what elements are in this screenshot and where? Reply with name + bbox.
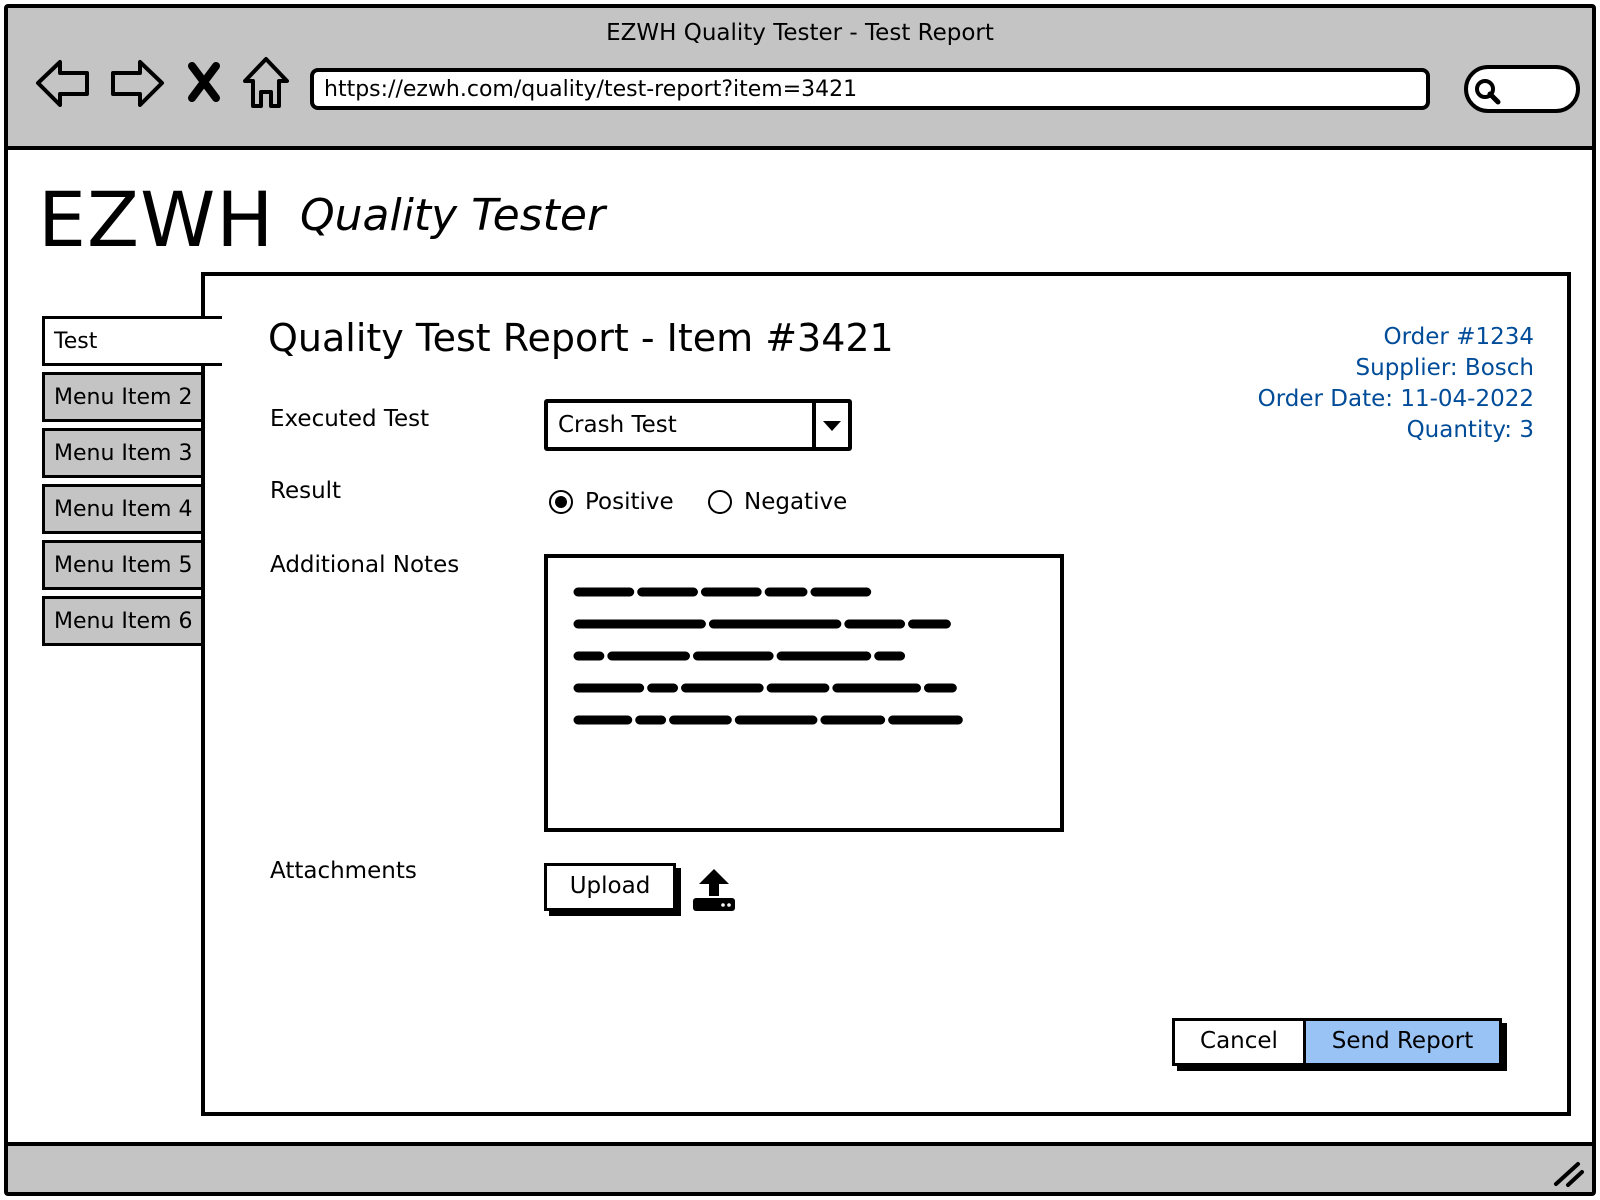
order-info: Order #1234 Supplier: Bosch Order Date: … [1258, 322, 1534, 446]
browser-chrome: EZWH Quality Tester - Test Report https:… [8, 8, 1592, 150]
result-positive-label: Positive [585, 489, 674, 515]
stop-icon[interactable] [182, 56, 226, 110]
browser-window: EZWH Quality Tester - Test Report https:… [4, 4, 1596, 1196]
result-negative-label: Negative [744, 489, 848, 515]
back-arrow-icon[interactable] [34, 56, 92, 110]
url-bar[interactable]: https://ezwh.com/quality/test-report?ite… [310, 68, 1430, 110]
app-logo: EZWH [38, 175, 275, 264]
form-actions: Cancel Send Report [1172, 1018, 1502, 1066]
page-title: Quality Test Report - Item #3421 [268, 316, 894, 360]
upload-icon[interactable] [690, 866, 738, 914]
sidebar-item-menu-3[interactable]: Menu Item 3 [42, 428, 214, 478]
sidebar-item-menu-4[interactable]: Menu Item 4 [42, 484, 214, 534]
home-icon[interactable] [240, 56, 292, 110]
executed-test-label: Executed Test [270, 406, 430, 432]
radio-unchecked-icon [708, 490, 732, 514]
additional-notes-label: Additional Notes [270, 552, 460, 578]
sidebar-item-label: Menu Item 2 [54, 385, 193, 410]
result-label: Result [270, 478, 342, 504]
search-icon [1475, 79, 1501, 105]
forward-arrow-icon[interactable] [108, 56, 166, 110]
order-number: Order #1234 [1383, 324, 1534, 350]
order-quantity: Quantity: 3 [1406, 417, 1534, 443]
sidebar-item-menu-6[interactable]: Menu Item 6 [42, 596, 214, 646]
attachments-label: Attachments [270, 858, 417, 884]
sidebar-item-menu-5[interactable]: Menu Item 5 [42, 540, 214, 590]
result-positive-radio[interactable]: Positive [549, 487, 674, 517]
resize-grip-icon[interactable] [1550, 1158, 1586, 1188]
sidebar-item-label: Menu Item 4 [54, 497, 193, 522]
sidebar-item-label: Menu Item 3 [54, 441, 193, 466]
sidebar-item-menu-2[interactable]: Menu Item 2 [42, 372, 214, 422]
browser-search-box[interactable] [1464, 65, 1580, 113]
upload-button[interactable]: Upload [544, 863, 676, 911]
order-date: Order Date: 11-04-2022 [1257, 386, 1534, 412]
sidebar-item-label: Menu Item 5 [54, 553, 193, 578]
sidebar-item-test[interactable]: Test [42, 316, 222, 366]
additional-notes-textarea[interactable] [544, 554, 1064, 832]
send-report-button[interactable]: Send Report [1306, 1018, 1502, 1066]
chevron-down-icon[interactable] [812, 403, 848, 447]
executed-test-value: Crash Test [558, 412, 677, 438]
sidebar-item-label: Menu Item 6 [54, 609, 193, 634]
sidebar-item-label: Test [54, 329, 98, 354]
cancel-button[interactable]: Cancel [1172, 1018, 1306, 1066]
radio-checked-icon [549, 490, 573, 514]
app-subtitle: Quality Tester [300, 190, 606, 241]
order-supplier: Supplier: Bosch [1355, 355, 1534, 381]
status-bar [8, 1142, 1592, 1192]
executed-test-select[interactable]: Crash Test [544, 399, 852, 451]
window-title: EZWH Quality Tester - Test Report [606, 20, 994, 46]
result-negative-radio[interactable]: Negative [708, 487, 847, 517]
scribbled-text-placeholder [573, 587, 963, 725]
